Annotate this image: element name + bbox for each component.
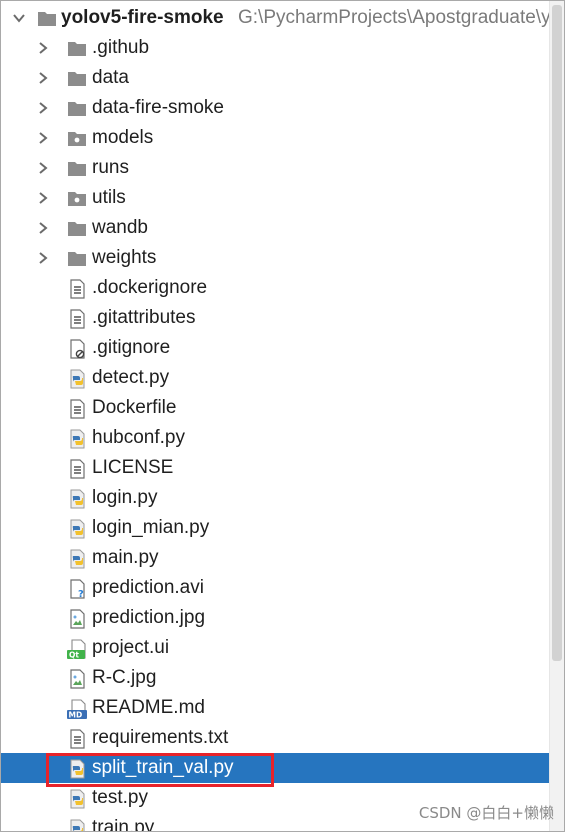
folder-icon — [67, 39, 87, 57]
tree-file-row[interactable]: requirements.txt — [1, 723, 550, 753]
image-file-icon — [67, 609, 87, 629]
tree-file-row[interactable]: main.py — [1, 543, 550, 573]
python-file-icon — [67, 369, 87, 389]
tree-file-row[interactable]: .dockerignore — [1, 273, 550, 303]
project-tree: yolov5-fire-smoke G:\PycharmProjects\Apo… — [1, 3, 561, 832]
chevron-right-icon[interactable] — [35, 130, 51, 146]
watermark: CSDN @白白+懒懒 — [418, 804, 554, 822]
folder-icon — [67, 249, 87, 267]
tree-item-label: models — [92, 127, 154, 148]
tree-item-label: wandb — [92, 217, 148, 238]
tree-item-label: .gitattributes — [92, 307, 196, 328]
tree-item-label: project.ui — [92, 637, 170, 658]
tree-file-row[interactable]: R-C.jpg — [1, 663, 550, 693]
python-file-icon — [67, 429, 87, 449]
python-file-icon — [67, 519, 87, 539]
tree-folder-row[interactable]: utils — [1, 183, 550, 213]
tree-file-row[interactable]: Qt project.ui — [1, 633, 550, 663]
tree-file-row[interactable]: detect.py — [1, 363, 550, 393]
tree-folder-row[interactable]: .github — [1, 33, 550, 63]
tree-item-label: login_mian.py — [92, 517, 210, 538]
vertical-scrollbar[interactable] — [549, 1, 564, 831]
chevron-right-icon[interactable] — [35, 220, 51, 236]
qt-ui-file-icon: Qt — [67, 639, 87, 660]
chevron-down-icon[interactable] — [11, 10, 27, 26]
tree-item-label: prediction.avi — [92, 577, 204, 598]
folder-icon — [67, 159, 87, 177]
folder-icon — [67, 219, 87, 237]
markdown-file-icon: MD — [67, 699, 87, 720]
tree-folder-row[interactable]: runs — [1, 153, 550, 183]
python-file-icon — [67, 789, 87, 809]
unknown-file-icon: ? — [67, 579, 87, 599]
scrollbar-thumb[interactable] — [552, 5, 562, 661]
tree-folder-row[interactable]: data — [1, 63, 550, 93]
project-name: yolov5-fire-smoke — [61, 7, 224, 28]
tree-folder-row[interactable]: data-fire-smoke — [1, 93, 550, 123]
python-file-icon — [67, 549, 87, 569]
tree-file-row[interactable]: ? prediction.avi — [1, 573, 550, 603]
tree-item-label: data — [92, 67, 129, 88]
tree-item-label: test.py — [92, 787, 148, 808]
tree-file-row[interactable]: .gitattributes — [1, 303, 550, 333]
tree-folder-row[interactable]: wandb — [1, 213, 550, 243]
tree-folder-row[interactable]: models — [1, 123, 550, 153]
chevron-right-icon[interactable] — [35, 40, 51, 56]
chevron-right-icon[interactable] — [35, 250, 51, 266]
tree-file-row[interactable]: Dockerfile — [1, 393, 550, 423]
project-path: G:\PycharmProjects\Apostgraduate\yo — [238, 7, 562, 28]
chevron-right-icon[interactable] — [35, 160, 51, 176]
chevron-right-icon[interactable] — [35, 70, 51, 86]
tree-item-label: .dockerignore — [92, 277, 208, 298]
tree-item-label: train.py — [92, 817, 155, 832]
package-folder-icon — [67, 129, 87, 147]
image-file-icon — [67, 669, 87, 689]
package-folder-icon — [67, 189, 87, 207]
project-tool-window: yolov5-fire-smoke G:\PycharmProjects\Apo… — [0, 0, 565, 832]
tree-item-label: README.md — [92, 697, 205, 718]
tree-item-label: main.py — [92, 547, 159, 568]
tree-item-label: data-fire-smoke — [92, 97, 224, 118]
text-file-icon — [67, 279, 87, 299]
text-file-icon — [67, 459, 87, 479]
python-file-icon — [67, 489, 87, 509]
text-file-icon — [67, 729, 87, 749]
svg-text:Qt: Qt — [69, 651, 79, 660]
tree-file-row[interactable]: LICENSE — [1, 453, 550, 483]
tree-file-row[interactable]: login_mian.py — [1, 513, 550, 543]
ignore-file-icon — [67, 339, 87, 359]
tree-file-row[interactable]: hubconf.py — [1, 423, 550, 453]
tree-folder-row[interactable]: weights — [1, 243, 550, 273]
folder-icon — [67, 69, 87, 87]
tree-item-label: Dockerfile — [92, 397, 177, 418]
tree-file-row[interactable]: .gitignore — [1, 333, 550, 363]
chevron-right-icon[interactable] — [35, 100, 51, 116]
folder-icon — [67, 99, 87, 117]
tree-item-label: login.py — [92, 487, 158, 508]
tree-item-label: prediction.jpg — [92, 607, 206, 628]
tree-item-label: detect.py — [92, 367, 170, 388]
python-file-icon — [67, 819, 87, 831]
tree-item-label: runs — [92, 157, 129, 178]
tree-item-label: weights — [92, 247, 157, 268]
svg-text:MD: MD — [69, 711, 83, 720]
tree-item-label: R-C.jpg — [92, 667, 157, 688]
text-file-icon — [67, 399, 87, 419]
tree-item-label: .github — [92, 37, 150, 58]
annotation-highlight-box — [46, 753, 274, 787]
svg-text:?: ? — [78, 589, 84, 599]
tree-file-row[interactable]: login.py — [1, 483, 550, 513]
tree-item-label: hubconf.py — [92, 427, 185, 448]
tree-item-label: .gitignore — [92, 337, 171, 358]
tree-item-label: utils — [92, 187, 126, 208]
tree-file-row[interactable]: prediction.jpg — [1, 603, 550, 633]
tree-file-row[interactable]: MD README.md — [1, 693, 550, 723]
chevron-right-icon[interactable] — [35, 190, 51, 206]
tree-item-label: LICENSE — [92, 457, 174, 478]
folder-icon — [37, 9, 57, 27]
tree-item-label: requirements.txt — [92, 727, 229, 748]
tree-root-row[interactable]: yolov5-fire-smoke G:\PycharmProjects\Apo… — [1, 3, 561, 33]
text-file-icon — [67, 309, 87, 329]
